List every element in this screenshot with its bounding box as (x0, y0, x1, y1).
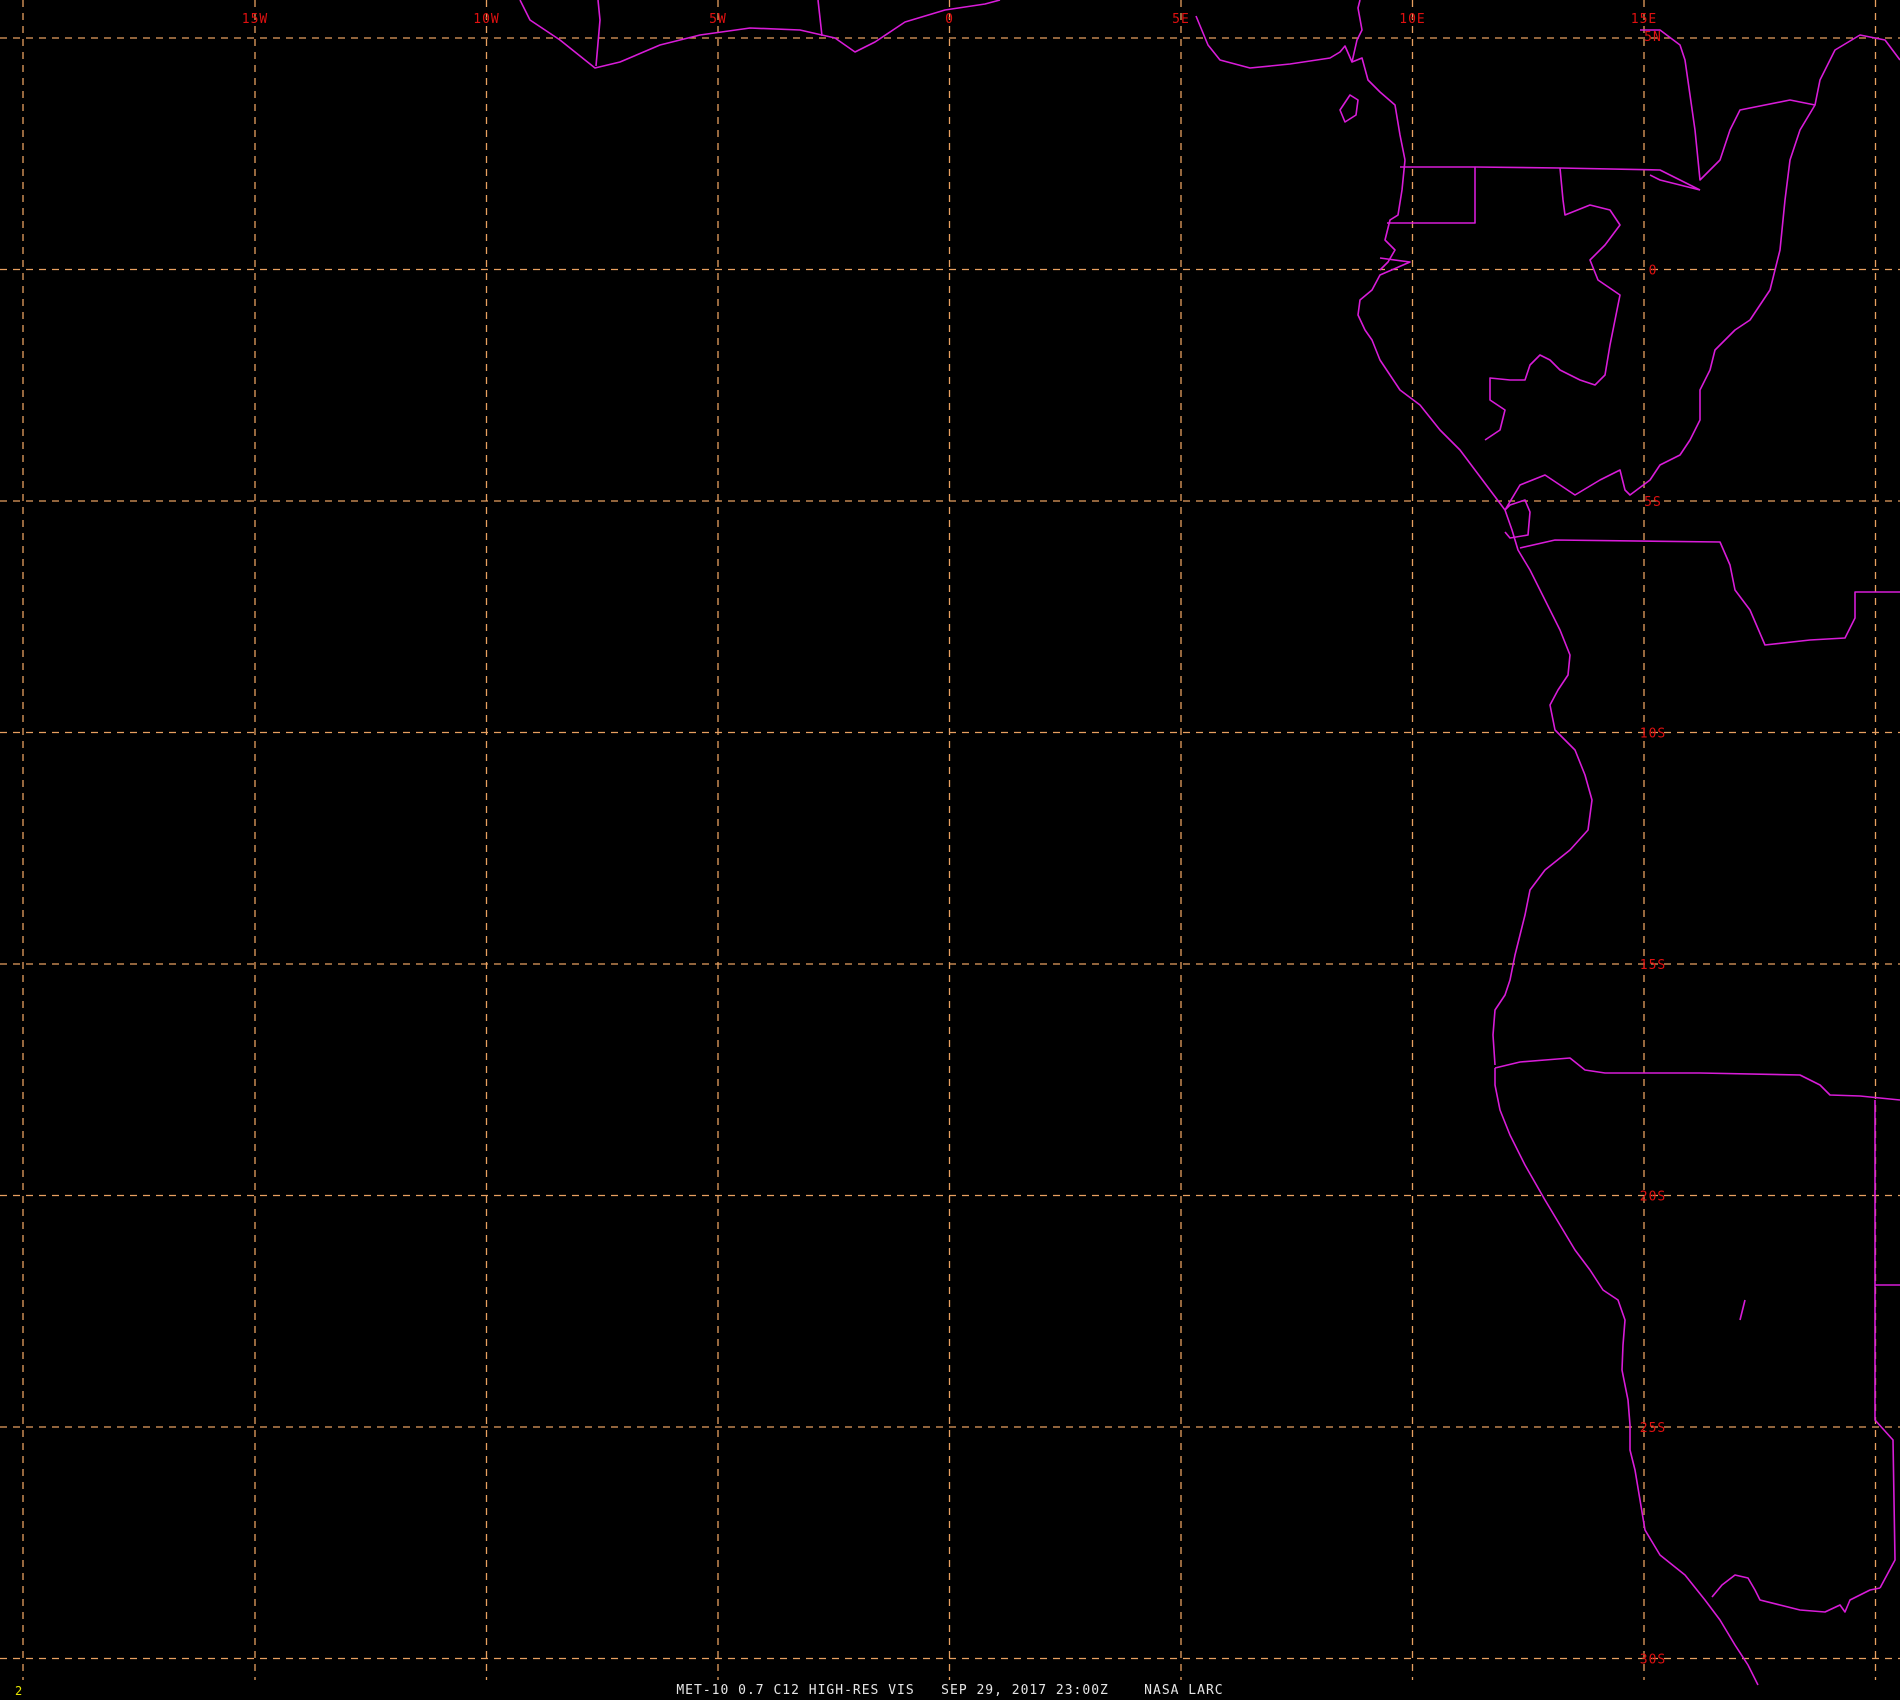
lat-lon-grid (0, 0, 1900, 1680)
equatorial-guinea-border (1387, 166, 1476, 224)
satellite-image-viewport: 15W 10W 5W 0 5E 10E 15E 5N 0 5S 10S 15S 20S 25S 30S 2 … (0, 0, 1900, 1700)
bioko-island (1339, 94, 1359, 123)
latitude-label: 30S (1640, 1653, 1666, 1668)
latitude-label: 20S (1640, 1190, 1666, 1205)
angola-coastline (1492, 509, 1593, 1066)
latitude-label: 0 (1649, 264, 1658, 279)
longitude-label: 5W (709, 12, 727, 27)
latitude-label: 15S (1640, 958, 1666, 973)
coastline-and-borders (519, 0, 1900, 1686)
image-caption: MET-10 0.7 C12 HIGH-RES VIS SEP 29, 2017… (676, 1683, 1224, 1698)
gabon-coastline (1357, 257, 1506, 511)
longitude-label: 5E (1172, 12, 1190, 27)
namibia-coastline (1494, 1068, 1759, 1686)
longitude-label: 15E (1631, 12, 1657, 27)
map-overlay: 15W 10W 5W 0 5E 10E 15E 5N 0 5S 10S 15S 20S 25S 30S (0, 0, 1900, 1686)
longitude-label: 10W (473, 12, 499, 27)
border-line (1874, 1100, 1900, 1589)
grid-labels: 15W 10W 5W 0 5E 10E 15E 5N 0 5S 10S 15S 20S 25S 30S (242, 12, 1666, 1668)
angola-namibia-border (1494, 1057, 1900, 1101)
longitude-label: 10E (1399, 12, 1425, 27)
border-line (1739, 1299, 1746, 1321)
drc-angola-border (1519, 539, 1900, 646)
longitude-label: 0 (945, 12, 954, 27)
congo-border (1504, 34, 1900, 511)
gabon-border (1484, 167, 1621, 441)
border-line (595, 0, 601, 67)
border-line (1640, 29, 1816, 181)
latitude-label: 5N (1644, 30, 1662, 45)
border-line (1351, 0, 1363, 63)
latitude-label: 10S (1640, 727, 1666, 742)
cameroon-coastline (1379, 159, 1406, 271)
border-line (1474, 166, 1701, 191)
namibia-south-africa-border (1711, 1574, 1881, 1613)
latitude-label: 25S (1640, 1421, 1666, 1436)
border-line (817, 0, 823, 37)
west-africa-coastline (519, 0, 1001, 69)
longitude-label: 15W (242, 12, 268, 27)
latitude-label: 5S (1644, 495, 1662, 510)
